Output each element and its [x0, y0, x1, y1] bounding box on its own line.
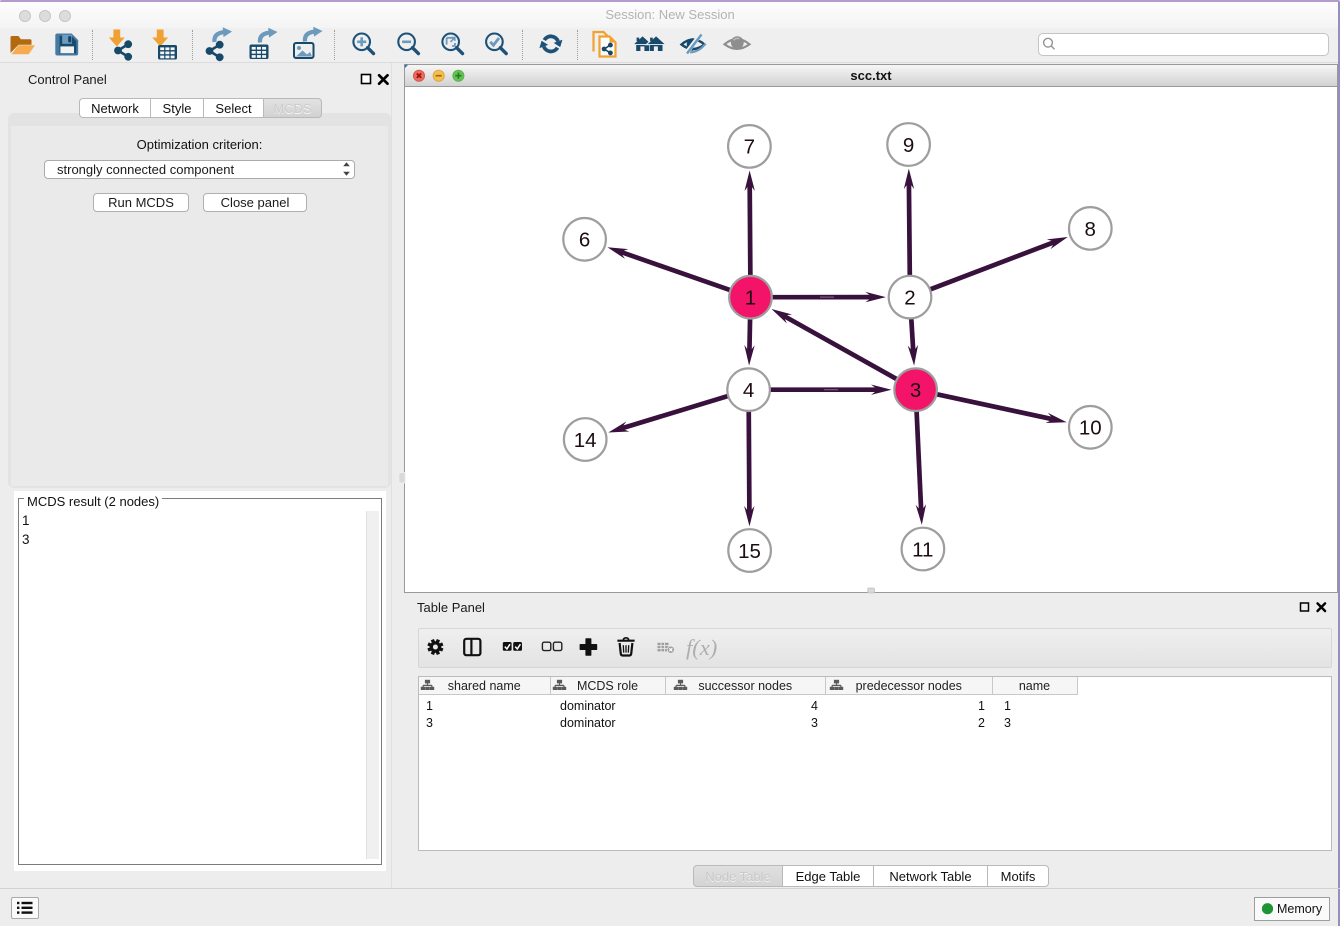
svg-text:2: 2	[904, 286, 915, 309]
svg-text:14: 14	[574, 429, 597, 452]
svg-text:4: 4	[743, 379, 754, 402]
svg-text:9: 9	[903, 134, 914, 157]
svg-text:10: 10	[1079, 417, 1102, 440]
svg-text:8: 8	[1085, 218, 1096, 241]
svg-text:11: 11	[912, 538, 933, 561]
svg-text:7: 7	[744, 136, 755, 159]
svg-text:6: 6	[579, 229, 590, 252]
svg-text:1: 1	[745, 287, 756, 310]
svg-text:15: 15	[738, 540, 761, 563]
svg-text:3: 3	[910, 379, 921, 402]
